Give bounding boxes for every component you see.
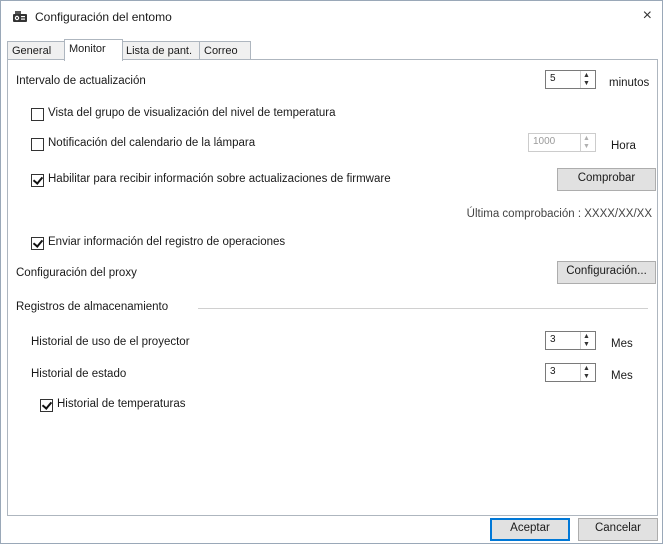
- chevron-down-icon[interactable]: ▼: [583, 341, 590, 348]
- temp-group-view-label: Vista del grupo de visualización del niv…: [48, 107, 336, 119]
- lamp-calendar-stepper[interactable]: 1000 ▲ ▼: [528, 133, 596, 152]
- send-operation-log-label: Enviar información del registro de opera…: [48, 236, 286, 248]
- section-divider: [198, 308, 648, 309]
- chevron-down-icon[interactable]: ▼: [583, 80, 590, 87]
- chevron-down-icon[interactable]: ▼: [583, 373, 590, 380]
- update-interval-unit: minutos: [609, 77, 650, 89]
- accept-button[interactable]: Aceptar: [490, 518, 570, 541]
- storage-section-title: Registros de almacenamiento: [16, 301, 169, 313]
- settings-window: Configuración del entomo × General Monit…: [0, 0, 663, 544]
- lamp-calendar-unit: Hora: [611, 140, 636, 152]
- status-history-label: Historial de estado: [31, 368, 127, 380]
- chevron-up-icon[interactable]: ▲: [583, 135, 590, 142]
- status-history-value: 3: [550, 366, 556, 377]
- send-operation-log-checkbox[interactable]: [31, 237, 44, 250]
- cancel-button[interactable]: Cancelar: [578, 518, 658, 541]
- tab-monitor[interactable]: Monitor: [64, 39, 123, 61]
- title-bar: Configuración del entomo ×: [1, 1, 662, 31]
- proxy-settings-label: Configuración del proxy: [16, 267, 137, 279]
- usage-history-label: Historial de uso de el proyector: [31, 336, 190, 348]
- update-interval-value: 5: [550, 73, 556, 84]
- monitor-panel: Intervalo de actualización 5 ▲ ▼ minutos…: [7, 59, 658, 516]
- status-history-unit: Mes: [611, 370, 633, 382]
- stepper-arrows[interactable]: ▲ ▼: [580, 71, 595, 88]
- proxy-settings-button[interactable]: Configuración...: [557, 261, 656, 284]
- chevron-up-icon[interactable]: ▲: [583, 333, 590, 340]
- update-interval-label: Intervalo de actualización: [16, 75, 146, 87]
- firmware-updates-label: Habilitar para recibir información sobre…: [48, 173, 391, 185]
- temp-group-view-checkbox[interactable]: [31, 108, 44, 121]
- window-title: Configuración del entomo: [35, 10, 172, 24]
- chevron-up-icon[interactable]: ▲: [583, 72, 590, 79]
- check-firmware-button[interactable]: Comprobar: [557, 168, 656, 191]
- chevron-down-icon[interactable]: ▼: [583, 143, 590, 150]
- status-history-stepper[interactable]: 3 ▲ ▼: [545, 363, 596, 382]
- stepper-arrows[interactable]: ▲ ▼: [580, 134, 595, 151]
- tab-screen-list[interactable]: Lista de pant.: [121, 41, 201, 60]
- projector-app-icon: [13, 11, 27, 22]
- stepper-arrows[interactable]: ▲ ▼: [580, 364, 595, 381]
- lamp-calendar-checkbox[interactable]: [31, 138, 44, 151]
- usage-history-unit: Mes: [611, 338, 633, 350]
- temperature-history-checkbox[interactable]: [40, 399, 53, 412]
- firmware-updates-checkbox[interactable]: [31, 174, 44, 187]
- update-interval-stepper[interactable]: 5 ▲ ▼: [545, 70, 596, 89]
- stepper-arrows[interactable]: ▲ ▼: [580, 332, 595, 349]
- usage-history-stepper[interactable]: 3 ▲ ▼: [545, 331, 596, 350]
- lamp-calendar-label: Notificación del calendario de la lámpar…: [48, 137, 256, 149]
- lamp-calendar-value: 1000: [533, 136, 556, 147]
- usage-history-value: 3: [550, 334, 556, 345]
- temperature-history-label: Historial de temperaturas: [57, 398, 186, 410]
- tab-mail[interactable]: Correo: [199, 41, 251, 60]
- chevron-up-icon[interactable]: ▲: [583, 365, 590, 372]
- tab-general[interactable]: General: [7, 41, 66, 60]
- last-check-text: Última comprobación : XXXX/XX/XX: [466, 208, 652, 220]
- close-icon[interactable]: ×: [643, 7, 652, 25]
